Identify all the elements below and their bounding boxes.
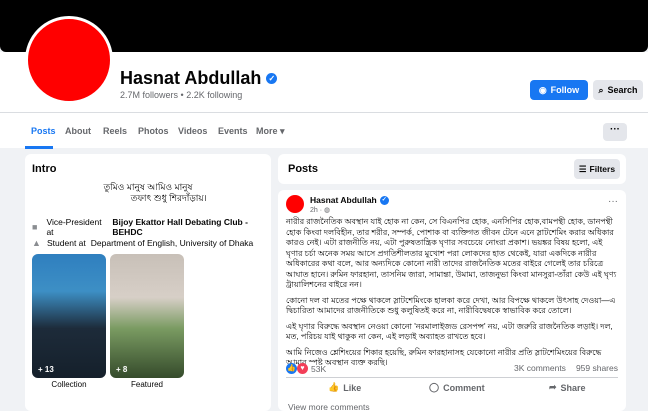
- intro-card: Intro তুমিও মানুষ আমিও মানুষ তফাৎ শুধু শ…: [25, 154, 271, 411]
- tab-about[interactable]: About: [65, 126, 91, 136]
- reactions-summary[interactable]: 👍 ♥ 53K: [286, 363, 326, 374]
- love-reaction-icon: ♥: [297, 363, 308, 374]
- featured-count: + 8: [116, 365, 128, 374]
- collection-caption: Collection: [51, 380, 87, 389]
- profile-avatar[interactable]: [25, 16, 113, 104]
- post-options-button[interactable]: ···: [608, 196, 618, 207]
- shares-count[interactable]: 959 shares: [576, 363, 618, 373]
- tab-posts[interactable]: Posts: [31, 126, 56, 136]
- edu-prefix: Student at: [47, 238, 86, 248]
- stats-separator: •: [180, 90, 184, 100]
- share-icon: ➦: [549, 382, 557, 392]
- bio-line-2: তফাৎ শুধু শিরদাঁড়ায়। ⁠: [130, 193, 210, 203]
- post-paragraph: নারীর রাজনৈতিক অবস্থান যাই হোক না কেন, স…: [286, 217, 617, 289]
- filters-label: Filters: [589, 164, 616, 174]
- bio-line-1: তুমিও মানুষ আমিও মানুষ: [103, 182, 193, 192]
- like-button[interactable]: 👍 Like: [328, 382, 361, 393]
- briefcase-icon: ■: [32, 222, 38, 232]
- post-timestamp[interactable]: 2h · ◍: [310, 206, 330, 214]
- tab-events[interactable]: Events: [218, 126, 248, 136]
- post-author: Hasnat Abdullah ✓: [310, 195, 389, 205]
- verified-badge-icon: ✓: [266, 73, 278, 84]
- graduation-cap-icon: ▲: [32, 238, 41, 248]
- intro-bio: তুমিও মানুষ আমিও মানুষ তফাৎ শুধু শিরদাঁড…: [25, 182, 271, 204]
- followers-count[interactable]: 2.7M followers: [120, 90, 178, 100]
- tab-photos[interactable]: Photos: [138, 126, 169, 136]
- post-divider: [286, 377, 618, 378]
- comment-button[interactable]: ◯ Comment: [429, 382, 485, 393]
- tab-videos[interactable]: Videos: [178, 126, 207, 136]
- search-button[interactable]: ⌕ Search: [593, 80, 643, 100]
- post-paragraph: কোনো দল বা মতের পক্ষে থাকলে স্লাটশেমিংকে…: [286, 295, 616, 316]
- profile-name: Hasnat Abdullah ✓: [120, 68, 278, 89]
- work-info: ■ Vice-President at Bijoy Ekattor Hall D…: [32, 217, 271, 237]
- post-time-text: 2h ·: [310, 207, 325, 214]
- view-more-comments-link[interactable]: View more comments: [288, 402, 370, 411]
- intro-title: Intro: [32, 163, 57, 175]
- collection-count: + 13: [38, 365, 54, 374]
- post-author-name[interactable]: Hasnat Abdullah: [310, 195, 377, 205]
- like-reaction-icon: 👍: [286, 363, 297, 374]
- more-options-button[interactable]: ···: [603, 123, 627, 141]
- follow-label: Follow: [550, 85, 580, 95]
- post-paragraph: এই ঘৃণার বিরুদ্ধে অবস্থান নেওয়া কোনো 'ন…: [286, 321, 613, 342]
- profile-tabs: Posts About Reels Photos Videos Events M…: [0, 112, 648, 149]
- comments-count[interactable]: 3K comments: [514, 363, 566, 373]
- active-tab-indicator: [25, 146, 53, 149]
- like-label: Like: [343, 382, 362, 393]
- work-prefix: Vice-President at: [46, 217, 102, 237]
- tab-more[interactable]: More ▾: [256, 126, 285, 137]
- search-label: Search: [607, 85, 638, 95]
- work-org-link[interactable]: Bijoy Ekattor Hall Debating Club - BEHDC: [112, 217, 271, 237]
- messenger-icon: ◉: [538, 84, 547, 95]
- tab-reels[interactable]: Reels: [103, 126, 127, 136]
- filter-icon: ☰: [578, 163, 587, 174]
- comment-label: Comment: [443, 382, 485, 393]
- engagement-counts: 3K comments 959 shares: [514, 363, 618, 373]
- follow-button[interactable]: ◉ Follow: [530, 80, 588, 100]
- profile-stats: 2.7M followers • 2.2K following: [120, 90, 242, 100]
- verified-badge-icon: ✓: [379, 195, 389, 205]
- following-count[interactable]: 2.2K following: [186, 90, 242, 100]
- education-info: ▲ Student at Department of English, Univ…: [32, 238, 253, 248]
- comment-icon: ◯: [429, 382, 440, 392]
- profile-name-text: Hasnat Abdullah: [120, 68, 262, 88]
- post-body: নারীর রাজনৈতিক অবস্থান যাই হোক না কেন, স…: [286, 217, 620, 374]
- search-icon: ⌕: [598, 84, 604, 95]
- globe-icon: ◍: [324, 207, 331, 214]
- collection-thumbnail[interactable]: + 13: [32, 254, 106, 378]
- featured-caption: Featured: [130, 380, 164, 389]
- featured-thumbnail[interactable]: + 8: [110, 254, 184, 378]
- posts-title: Posts: [288, 163, 318, 175]
- share-button[interactable]: ➦ Share: [549, 382, 586, 393]
- share-label: Share: [560, 382, 586, 393]
- post-card: Hasnat Abdullah ✓ 2h · ◍ ··· নারীর রাজনৈ…: [278, 190, 626, 411]
- reaction-count: 53K: [311, 363, 327, 374]
- like-icon: 👍: [328, 382, 340, 392]
- filters-button[interactable]: ☰ Filters: [574, 159, 620, 179]
- post-author-avatar[interactable]: [286, 195, 304, 213]
- edu-org-link[interactable]: Department of English, University of Dha…: [91, 238, 254, 248]
- posts-header: Posts ☰ Filters: [278, 154, 626, 184]
